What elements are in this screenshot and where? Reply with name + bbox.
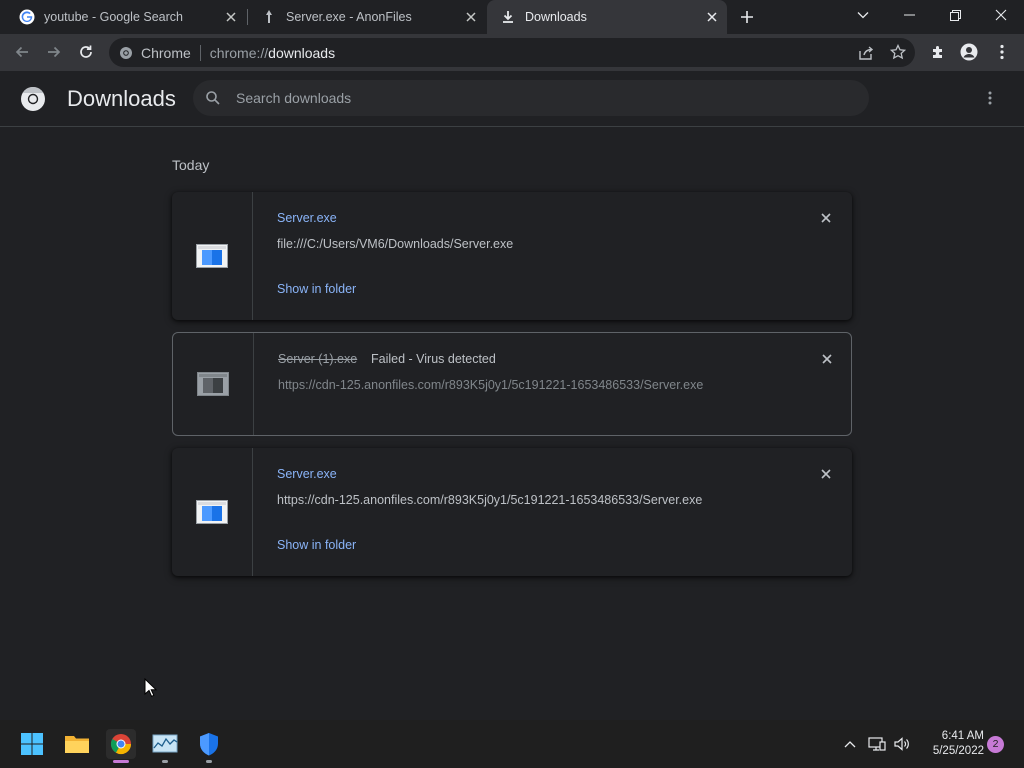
volume-icon[interactable] — [892, 734, 912, 754]
running-app-indicator — [162, 760, 168, 763]
windows-taskbar: 6:41 AM 5/25/2022 2 — [0, 720, 1024, 768]
downloads-header: Downloads — [0, 71, 1024, 127]
exe-file-icon-disabled — [197, 372, 229, 396]
chrome-icon[interactable] — [106, 729, 136, 763]
download-file-url: https://cdn-125.anonfiles.com/r893K5j0y1… — [278, 378, 704, 392]
new-tab-icon[interactable] — [739, 9, 755, 25]
url-host: downloads — [268, 44, 336, 61]
back-icon[interactable] — [12, 42, 32, 62]
file-explorer-icon[interactable] — [62, 729, 92, 759]
browser-toolbar: Chrome chrome:// downloads — [0, 34, 1024, 71]
tab-title: youtube - Google Search — [44, 10, 183, 24]
download-item: Server.exe file:///C:/Users/VM6/Download… — [172, 192, 852, 320]
tab-youtube-search[interactable]: youtube - Google Search — [0, 0, 246, 34]
download-file-url: https://cdn-125.anonfiles.com/r893K5j0y1… — [277, 493, 703, 507]
date-heading: Today — [172, 157, 210, 173]
site-label: Chrome — [141, 44, 191, 61]
remove-from-list-icon[interactable] — [820, 352, 834, 366]
file-type-icon-cell — [172, 192, 253, 320]
bookmark-star-icon[interactable] — [889, 43, 907, 60]
clock-date: 5/25/2022 — [932, 745, 984, 757]
forward-icon[interactable] — [44, 42, 64, 62]
download-status: Failed - Virus detected — [371, 352, 496, 366]
remove-from-list-icon[interactable] — [819, 211, 833, 225]
active-app-indicator — [113, 760, 129, 763]
notification-badge[interactable]: 2 — [987, 736, 1004, 753]
show-in-folder-link[interactable]: Show in folder — [277, 538, 356, 552]
minimize-icon[interactable] — [886, 0, 932, 30]
download-file-name[interactable]: Server.exe — [277, 467, 337, 481]
resource-monitor-icon[interactable] — [150, 729, 180, 763]
file-type-icon-cell — [173, 333, 254, 435]
remove-from-list-icon[interactable] — [819, 467, 833, 481]
tab-downloads[interactable]: Downloads — [487, 0, 727, 34]
download-file-name: Server (1).exe — [278, 352, 358, 366]
search-box[interactable] — [193, 80, 869, 116]
download-file-path: file:///C:/Users/VM6/Downloads/Server.ex… — [277, 237, 514, 251]
file-type-icon-cell — [172, 448, 253, 576]
defender-icon[interactable] — [194, 729, 224, 763]
extensions-icon[interactable] — [928, 42, 948, 62]
omnibox-separator — [199, 44, 201, 61]
tab-title: Downloads — [525, 10, 587, 24]
exe-file-icon — [196, 500, 228, 524]
tab-search-icon[interactable] — [840, 0, 886, 30]
google-g-icon — [19, 9, 35, 25]
page-title: Downloads — [67, 86, 176, 111]
search-downloads-input[interactable] — [236, 87, 836, 109]
close-tab-icon[interactable] — [705, 10, 719, 24]
download-item-failed: Server (1).exe Failed - Virus detected h… — [172, 332, 852, 436]
close-tab-icon[interactable] — [224, 10, 238, 24]
download-file-name[interactable]: Server.exe — [277, 211, 337, 225]
chrome-site-icon — [119, 46, 133, 60]
restore-icon[interactable] — [932, 0, 978, 30]
anonfiles-icon — [261, 9, 277, 25]
downloads-list: Today Server.exe file:///C:/Users/VM6/Do… — [0, 128, 1024, 720]
network-icon[interactable] — [867, 734, 887, 754]
more-actions-icon[interactable] — [981, 88, 999, 108]
address-bar[interactable]: Chrome chrome:// downloads — [109, 38, 915, 67]
clock-time: 6:41 AM — [941, 730, 984, 742]
chrome-logo-icon — [20, 86, 46, 112]
download-item: Server.exe https://cdn-125.anonfiles.com… — [172, 448, 852, 576]
profile-icon[interactable] — [959, 42, 979, 62]
chrome-menu-icon[interactable] — [992, 42, 1012, 62]
running-app-indicator — [206, 760, 212, 763]
tab-anonfiles[interactable]: Server.exe - AnonFiles — [248, 0, 486, 34]
search-icon — [205, 90, 221, 106]
close-window-icon[interactable] — [978, 0, 1024, 30]
show-hidden-icons-chevron-icon[interactable] — [840, 734, 860, 754]
close-tab-icon[interactable] — [464, 10, 478, 24]
system-clock[interactable]: 6:41 AM 5/25/2022 — [920, 729, 984, 759]
tab-title: Server.exe - AnonFiles — [286, 10, 412, 24]
download-icon — [500, 9, 516, 25]
url-scheme: chrome:// — [209, 44, 269, 61]
show-in-folder-link[interactable]: Show in folder — [277, 282, 356, 296]
reload-icon[interactable] — [76, 42, 96, 62]
tab-strip: youtube - Google Search Server.exe - Ano… — [0, 0, 1024, 34]
start-icon[interactable] — [17, 729, 47, 759]
mouse-cursor-icon — [144, 677, 158, 698]
exe-file-icon — [196, 244, 228, 268]
share-icon[interactable] — [858, 45, 874, 61]
